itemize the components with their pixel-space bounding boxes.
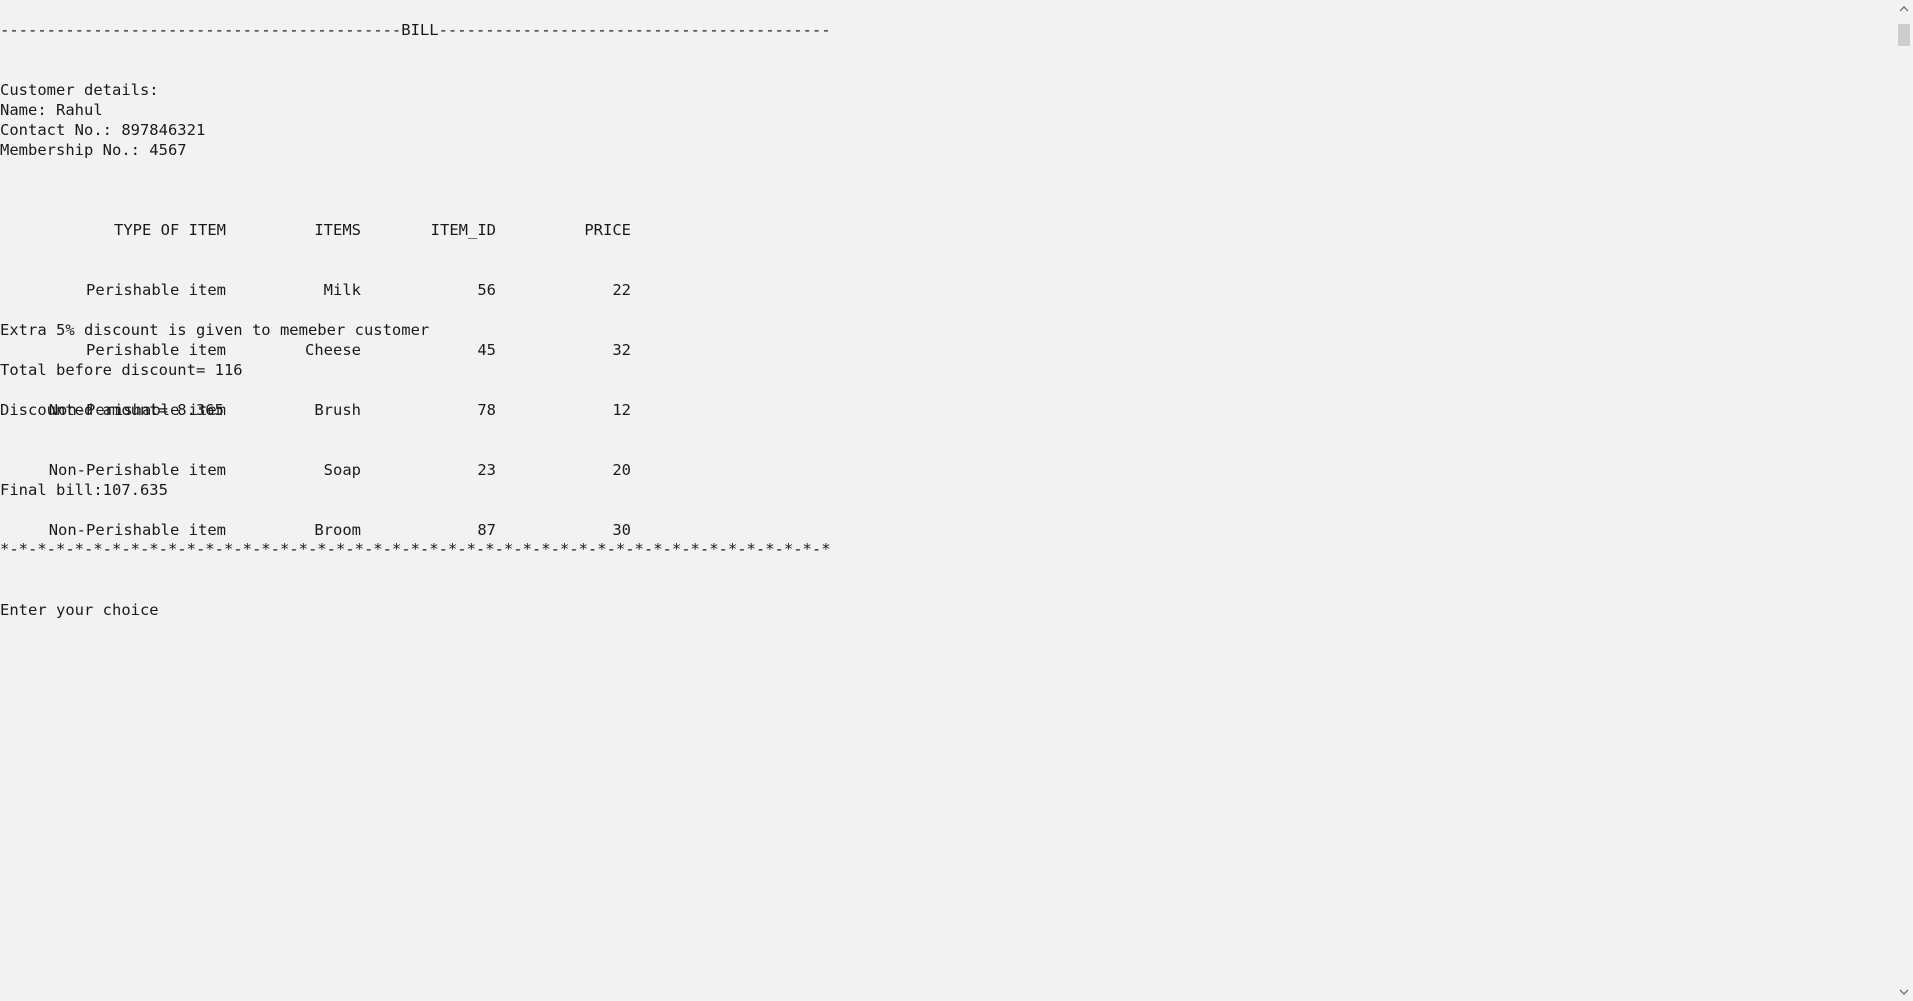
cell-item-id: 56 bbox=[477, 281, 496, 299]
customer-contact: Contact No.: 897846321 bbox=[0, 121, 206, 139]
table-row: Perishable item Cheese 45 32 bbox=[0, 340, 640, 360]
table-row: Perishable item Milk 56 22 bbox=[0, 280, 640, 300]
cell-price: 32 bbox=[612, 341, 631, 359]
vertical-scrollbar[interactable] bbox=[1895, 0, 1913, 1001]
chevron-up-icon[interactable] bbox=[1895, 0, 1913, 18]
chevron-down-icon[interactable] bbox=[1895, 983, 1913, 1001]
total-before-discount: Total before discount= 116 bbox=[0, 361, 243, 379]
cell-type: Non-Perishable item bbox=[48, 461, 226, 479]
choice-prompt: Enter your choice bbox=[0, 601, 159, 619]
cell-item-id: 23 bbox=[477, 461, 496, 479]
cell-item-id: 87 bbox=[477, 521, 496, 539]
header-items: ITEMS bbox=[314, 221, 361, 239]
cell-price: 22 bbox=[612, 281, 631, 299]
customer-membership: Membership No.: 4567 bbox=[0, 141, 187, 159]
header-type-of-item: TYPE OF ITEM bbox=[114, 221, 226, 239]
header-item-id: ITEM_ID bbox=[430, 221, 496, 239]
table-header-row: TYPE OF ITEM ITEMS ITEM_ID PRICE bbox=[0, 220, 640, 240]
cell-item: Milk bbox=[323, 281, 361, 299]
customer-name: Name: Rahul bbox=[0, 101, 103, 119]
header-price: PRICE bbox=[584, 221, 631, 239]
cell-item-id: 78 bbox=[477, 401, 496, 419]
bill-end-rule: *-*-*-*-*-*-*-*-*-*-*-*-*-*-*-*-*-*-*-*-… bbox=[0, 540, 831, 558]
cell-item: Broom bbox=[314, 521, 361, 539]
cell-price: 12 bbox=[612, 401, 631, 419]
customer-details-heading: Customer details: bbox=[0, 81, 159, 99]
cell-type: Perishable item bbox=[86, 341, 226, 359]
final-bill: Final bill:107.635 bbox=[0, 481, 168, 499]
cell-item: Soap bbox=[323, 461, 361, 479]
table-row: Non-Perishable item Broom 87 30 bbox=[0, 520, 640, 540]
items-table: TYPE OF ITEM ITEMS ITEM_ID PRICE Perisha… bbox=[0, 180, 640, 580]
discount-note: Extra 5% discount is given to memeber cu… bbox=[0, 321, 430, 339]
cell-type: Non-Perishable item bbox=[48, 521, 226, 539]
cell-item-id: 45 bbox=[477, 341, 496, 359]
bill-title-rule: ----------------------------------------… bbox=[0, 21, 831, 39]
cell-type: Perishable item bbox=[86, 281, 226, 299]
cell-price: 30 bbox=[612, 521, 631, 539]
scrollbar-thumb[interactable] bbox=[1898, 24, 1910, 46]
console-output[interactable]: ----------------------------------------… bbox=[0, 0, 1895, 1001]
cell-item: Cheese bbox=[305, 341, 361, 359]
table-row: Non-Perishable item Soap 23 20 bbox=[0, 460, 640, 480]
cell-item: Brush bbox=[314, 401, 361, 419]
cell-price: 20 bbox=[612, 461, 631, 479]
discounted-amount: Discounted amount= 8.365 bbox=[0, 401, 224, 419]
